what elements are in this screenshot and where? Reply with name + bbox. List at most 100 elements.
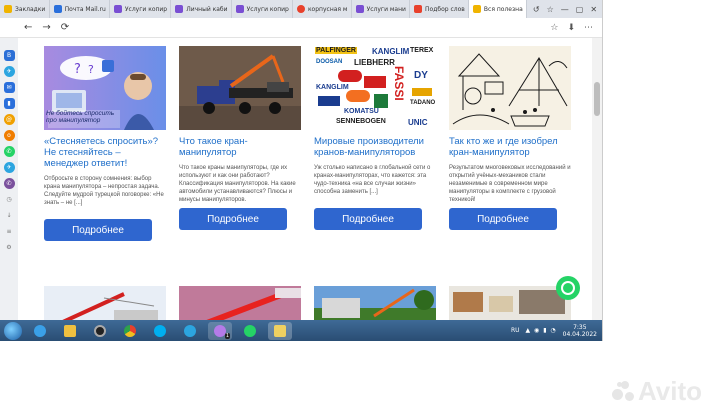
brand-logo-shape (412, 88, 432, 96)
taskbar-whatsapp-icon[interactable] (238, 322, 262, 340)
vk-icon[interactable]: В (3, 50, 15, 61)
brand-logo: DY (414, 70, 428, 81)
article-thumbnail[interactable] (449, 46, 571, 130)
telegram-icon[interactable]: ✈ (3, 66, 15, 77)
tab-mail[interactable]: Почта Mail.ru (50, 0, 110, 18)
site-tab-icon (296, 5, 305, 13)
taskbar-media-icon[interactable] (88, 322, 112, 340)
close-icon[interactable]: ✕ (590, 5, 597, 14)
more-button[interactable]: Подробнее (179, 208, 287, 230)
tab-furniture[interactable]: корпусная м (293, 0, 352, 18)
brand-logo: TADANO (410, 100, 436, 106)
bookmark-star-icon[interactable]: ☆ (547, 5, 554, 14)
article-excerpt: Отбросьте в сторону сомнения: выбор кран… (44, 176, 164, 206)
brand-logo: KANGLIM (316, 84, 349, 91)
language-indicator[interactable]: RU (511, 327, 520, 334)
forward-icon[interactable]: → (42, 22, 50, 33)
taskbar-telegram-icon[interactable] (178, 322, 202, 340)
tab-wordstat[interactable]: Подбор слов (410, 0, 469, 18)
site-tab-icon (235, 5, 244, 13)
article-title[interactable]: Что такое кран-манипулятор (179, 136, 301, 158)
browser-tab-bar: Закладки Почта Mail.ru Услуги копир Личн… (0, 0, 602, 18)
clock[interactable]: 7:35 04.04.2022 (563, 324, 597, 338)
taskbar-folder-icon[interactable] (58, 322, 82, 340)
reload-tabs-icon[interactable]: ↺ (533, 5, 540, 14)
stats-icon[interactable]: ▮ (3, 98, 15, 109)
brand-logo-shape (364, 76, 386, 88)
more-button[interactable]: Подробнее (449, 208, 557, 230)
site-tab-icon (175, 5, 184, 13)
brand-logo: PALFINGER (315, 47, 357, 54)
minimize-icon[interactable]: — (561, 5, 569, 14)
system-tray: RU ▲ ◉ ▮ ◔ 7:35 04.04.2022 (511, 324, 602, 338)
address-bar: ← → ⟳ ☆ ⬇ ⋯ (0, 18, 602, 38)
mail-icon[interactable]: ✉ (3, 82, 15, 93)
start-button[interactable] (4, 321, 22, 340)
brand-logo: TEREX (410, 47, 434, 54)
page-scrollbar[interactable] (592, 38, 602, 320)
tab-active[interactable]: Вся полезна (468, 0, 527, 18)
taskbar-chrome-icon[interactable] (118, 322, 142, 340)
brand-logo: UNIC (408, 118, 428, 127)
tab-account[interactable]: Личный каби (171, 0, 232, 18)
refresh-icon[interactable]: ⟳ (61, 22, 69, 33)
menu-icon[interactable]: ⋯ (584, 23, 593, 33)
article-thumbnail-partial[interactable] (44, 286, 166, 320)
clock-icon[interactable]: ◷ (4, 194, 15, 205)
taskbar-explorer-icon[interactable] (268, 321, 292, 340)
bookmark-icon (4, 5, 12, 13)
more-button[interactable]: Подробнее (314, 208, 422, 230)
more-button[interactable]: Подробнее (44, 219, 152, 241)
taskbar-browser-icon[interactable]: 1 (208, 321, 232, 340)
article-thumbnail-partial[interactable] (449, 286, 571, 320)
brand-logo: LIEBHERR (354, 58, 395, 67)
article-thumbnail-partial[interactable] (179, 286, 301, 320)
thumbnail-caption: Не бойтесь спросить про манипулятор (46, 110, 115, 124)
taskbar-skype-icon[interactable] (148, 322, 172, 340)
maximize-icon[interactable]: ▢ (576, 5, 584, 14)
article-title[interactable]: Мировые производители кранов-манипулятор… (314, 136, 436, 158)
at-icon[interactable]: @ (3, 114, 15, 125)
site-tab-icon (472, 5, 481, 13)
article-excerpt: Результатом многовековых исследований и … (449, 165, 571, 203)
download-icon[interactable]: ⬇ (567, 23, 575, 33)
taskbar-ie-icon[interactable] (28, 322, 52, 340)
tab-services-1[interactable]: Услуги копир (110, 0, 172, 18)
article-title[interactable]: «Стесняетесь спросить»? Не стесняйтесь –… (44, 136, 166, 169)
star-icon[interactable]: ☆ (550, 23, 558, 33)
article-thumbnail[interactable]: PALFINGER KANGLIM TEREX DOOSAN LIEBHERR … (314, 46, 436, 130)
article-thumbnail[interactable] (179, 46, 301, 130)
article-card: ? ? Не бойтесь спросить про манипулятор … (44, 46, 166, 241)
svg-text:?: ? (74, 62, 81, 77)
browser-sidebar: В ✈ ✉ ▮ @ o ✆ ✈ ✆ ◷ ↓ ≡ ⚙ (0, 38, 18, 320)
whatsapp-chat-button[interactable] (556, 276, 580, 300)
clock-date: 04.04.2022 (562, 330, 597, 338)
brand-logo: KANGLIM (372, 47, 410, 56)
article-thumbnail-partial[interactable] (314, 286, 436, 320)
telegram-icon-2[interactable]: ✈ (3, 162, 15, 173)
site-tab-icon (355, 5, 364, 13)
viber-icon[interactable]: ✆ (3, 178, 15, 189)
brand-logo-shape (318, 96, 340, 106)
brand-logo: DOOSAN (316, 59, 343, 65)
odnoklassniki-icon[interactable]: o (3, 130, 15, 141)
article-title[interactable]: Так кто же и где изобрел кран-манипулято… (449, 136, 571, 158)
back-icon[interactable]: ← (24, 22, 32, 33)
screen: Закладки Почта Mail.ru Услуги копир Личн… (0, 0, 603, 341)
brand-logo: SENNEBOGEN (336, 118, 386, 125)
tab-services-2[interactable]: Услуги копир (232, 0, 293, 18)
taskbar: 1 RU ▲ ◉ ▮ ◔ 7:35 04.04.2022 (0, 320, 602, 341)
settings-icon[interactable]: ⚙ (4, 242, 15, 253)
tab-bookmarks[interactable]: Закладки (0, 0, 50, 18)
list-icon[interactable]: ≡ (4, 226, 15, 237)
brand-logo-shape (374, 94, 388, 108)
tray-icons[interactable]: ▲ ◉ ▮ ◔ (526, 327, 557, 334)
article-excerpt: Что такое краны манипуляторы, где их исп… (179, 165, 296, 203)
scrollbar-thumb[interactable] (594, 82, 600, 116)
tab-services-3[interactable]: Услуги мани (352, 0, 411, 18)
notification-badge: 1 (224, 332, 230, 339)
article-thumbnail[interactable]: ? ? Не бойтесь спросить про манипулятор (44, 46, 166, 130)
download-icon[interactable]: ↓ (4, 210, 15, 221)
whatsapp-icon[interactable]: ✆ (3, 146, 15, 157)
site-tab-icon (414, 5, 423, 13)
